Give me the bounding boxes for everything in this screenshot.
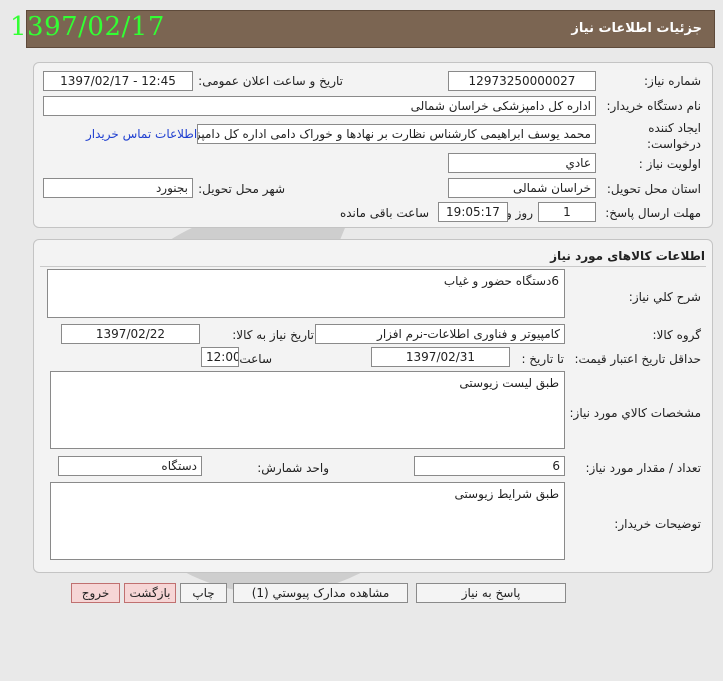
announce-datetime-label: تاریخ و ساعت اعلان عمومی:	[198, 74, 343, 88]
date-stamp: 1397/02/17	[10, 12, 165, 42]
min-price-validity-label: حداقل تاریخ اعتبار قیمت:	[574, 352, 701, 366]
province-field: خراسان شمالی	[448, 178, 596, 198]
goods-section-title: اطلاعات کالاهای مورد نیاز	[550, 249, 705, 263]
time-field: 12:00	[201, 347, 239, 367]
quantity-label: تعداد / مقدار مورد نیاز:	[585, 461, 701, 475]
creator-label-1: ایجاد کننده	[648, 121, 701, 135]
need-number-label: شماره نیاز:	[644, 74, 701, 88]
priority-label: اولویت نیاز :	[638, 157, 701, 171]
need-number-field: 12973250000027	[448, 71, 596, 91]
quantity-field: 6	[414, 456, 565, 476]
specs-field: طبق لیست زیوستی	[50, 371, 565, 449]
city-field: بجنورد	[43, 178, 193, 198]
day-and-label: روز و	[506, 206, 533, 220]
unit-field: دستگاه	[58, 456, 202, 476]
city-label: شهر محل تحویل:	[198, 182, 285, 196]
section-divider	[40, 266, 706, 267]
buyer-notes-label: توضیحات خریدار:	[614, 517, 701, 531]
page-title: جزئیات اطلاعات نیاز	[571, 21, 702, 36]
creator-field: محمد یوسف ابراهیمی کارشناس نظارت بر نهاد…	[197, 124, 596, 144]
reply-button[interactable]: پاسخ به نیاز	[416, 583, 566, 603]
need-date-field: 1397/02/22	[61, 324, 200, 344]
contact-buyer-link[interactable]: اطلاعات تماس خریدار	[86, 127, 197, 141]
specs-label: مشخصات کالاي مورد نياز:	[569, 406, 701, 420]
province-label: استان محل تحویل:	[606, 182, 701, 196]
summary-label: شرح کلي نياز:	[628, 290, 701, 304]
back-button[interactable]: بازگشت	[124, 583, 176, 603]
until-date-label: تا تاریخ :	[521, 352, 564, 366]
summary-field: 6دستگاه حضور و غیاب	[47, 269, 565, 318]
priority-field: عادي	[448, 153, 596, 173]
creator-label-2: درخواست:	[647, 137, 701, 151]
print-button[interactable]: چاپ	[180, 583, 227, 603]
announce-datetime-field: 1397/02/17 - 12:45	[43, 71, 193, 91]
need-date-label: تاریخ نیاز به کالا:	[232, 328, 314, 342]
goods-group-label: گروه کالا:	[652, 328, 702, 342]
view-attachments-button[interactable]: مشاهده مدارک پیوستي (1)	[233, 583, 408, 603]
buyer-org-label: نام دستگاه خریدار:	[606, 99, 702, 113]
deadline-time-field: 19:05:17	[438, 202, 508, 222]
buyer-notes-field: طبق شرایط زیوستی	[50, 482, 565, 560]
remaining-label: ساعت باقی مانده	[339, 206, 429, 220]
goods-group-field: کامپیوتر و فناوری اطلاعات-نرم افزار	[315, 324, 565, 344]
unit-label: واحد شمارش:	[257, 461, 329, 475]
deadline-days-field: 1	[538, 202, 596, 222]
buyer-org-field: اداره کل دامپزشکی خراسان شمالی	[43, 96, 596, 116]
deadline-label: مهلت ارسال پاسخ:	[605, 206, 701, 220]
exit-button[interactable]: خروج	[71, 583, 120, 603]
until-date-field: 1397/02/31	[371, 347, 510, 367]
